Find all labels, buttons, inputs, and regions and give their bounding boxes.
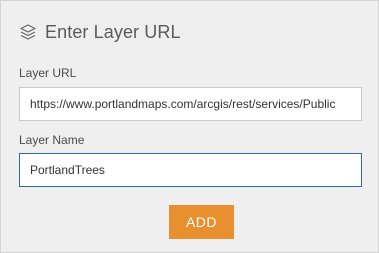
layer-url-input[interactable] [19,87,362,121]
layers-icon [19,23,37,41]
layer-url-label: Layer URL [19,66,77,80]
enter-layer-url-panel: Enter Layer URL Layer URL Layer Name ADD [0,0,379,253]
add-button[interactable]: ADD [169,205,234,239]
layer-name-input[interactable] [19,153,362,187]
panel-title: Enter Layer URL [45,21,181,42]
layer-name-label: Layer Name [19,133,85,147]
panel-header: Enter Layer URL [19,19,181,45]
